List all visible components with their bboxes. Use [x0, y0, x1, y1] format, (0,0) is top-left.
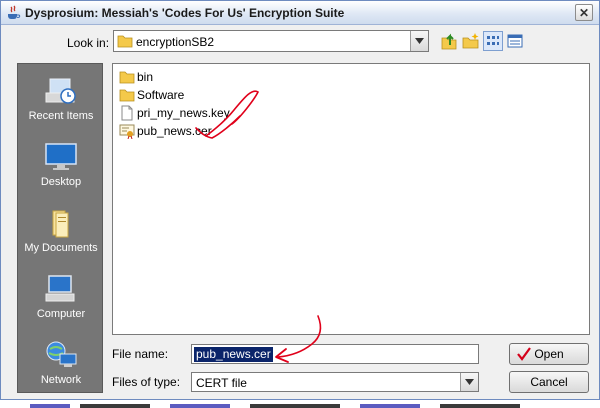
new-folder-icon — [462, 33, 479, 49]
place-computer[interactable]: Computer — [18, 268, 104, 330]
file-type-label: Files of type: — [112, 375, 181, 389]
desktop-icon — [45, 143, 77, 170]
details-view-button[interactable] — [505, 31, 525, 51]
new-folder-button[interactable] — [461, 31, 481, 51]
list-view-button[interactable] — [483, 31, 503, 51]
look-in-value: encryptionSB2 — [136, 35, 215, 49]
cancel-button-label: Cancel — [530, 375, 568, 389]
window-title: Dysprosium: Messiah's 'Codes For Us' Enc… — [25, 6, 345, 20]
cancel-button[interactable]: Cancel — [509, 371, 589, 393]
open-button[interactable]: Open — [509, 343, 589, 365]
open-button-label: Open — [534, 347, 564, 361]
background-window-strip — [0, 400, 600, 408]
place-network[interactable]: Network — [18, 334, 104, 396]
title-bar[interactable]: Dysprosium: Messiah's 'Codes For Us' Enc… — [1, 1, 599, 25]
file-name-label: File name: — [112, 347, 169, 361]
place-label: Recent Items — [28, 110, 94, 122]
file-name: Software — [137, 88, 185, 102]
up-one-level-button[interactable] — [439, 31, 459, 51]
close-icon: ✕ — [578, 5, 590, 20]
file-chooser-dialog: Dysprosium: Messiah's 'Codes For Us' Enc… — [0, 0, 600, 400]
check-icon — [517, 347, 531, 361]
file-name-input[interactable]: pub_news.cer — [191, 344, 479, 364]
places-bar: Recent Items Desktop My Documents Comput… — [17, 63, 103, 393]
folder-icon — [119, 89, 135, 102]
my-documents-icon — [52, 210, 69, 238]
place-label: My Documents — [24, 242, 98, 254]
look-in-label: Look in: — [67, 36, 110, 50]
place-label: Computer — [36, 308, 86, 320]
background-text-fragment — [30, 404, 520, 408]
certificate-icon — [119, 124, 135, 139]
computer-icon — [45, 275, 75, 302]
chevron-down-icon — [415, 38, 424, 44]
file-list[interactable]: bin Software pri_my_news.key pub_news.ce… — [112, 63, 590, 335]
look-in-dropdown-button[interactable] — [410, 31, 428, 51]
file-name: bin — [137, 70, 154, 84]
chevron-down-icon — [465, 379, 474, 385]
file-name: pub_news.cer — [137, 124, 212, 138]
folder-icon — [117, 35, 133, 48]
look-in-combo[interactable]: encryptionSB2 — [113, 30, 429, 52]
network-icon — [46, 341, 77, 367]
file-name: pri_my_news.key — [137, 106, 230, 120]
details-view-icon — [507, 34, 523, 48]
list-view-icon — [487, 36, 499, 45]
file-type-combo[interactable]: CERT file — [191, 372, 479, 392]
close-button[interactable]: ✕ — [575, 4, 593, 21]
place-recent-items[interactable]: Recent Items — [18, 70, 104, 132]
file-name-value: pub_news.cer — [194, 347, 273, 362]
file-type-dropdown-button[interactable] — [460, 373, 478, 391]
file-icon — [121, 105, 133, 121]
place-my-documents[interactable]: My Documents — [18, 202, 104, 264]
file-type-value: CERT file — [196, 376, 247, 390]
place-desktop[interactable]: Desktop — [18, 136, 104, 198]
place-label: Desktop — [40, 176, 82, 188]
java-icon — [8, 5, 21, 19]
folder-icon — [119, 71, 135, 84]
up-folder-icon — [441, 33, 457, 50]
place-label: Network — [40, 374, 82, 386]
recent-items-icon — [45, 78, 76, 104]
